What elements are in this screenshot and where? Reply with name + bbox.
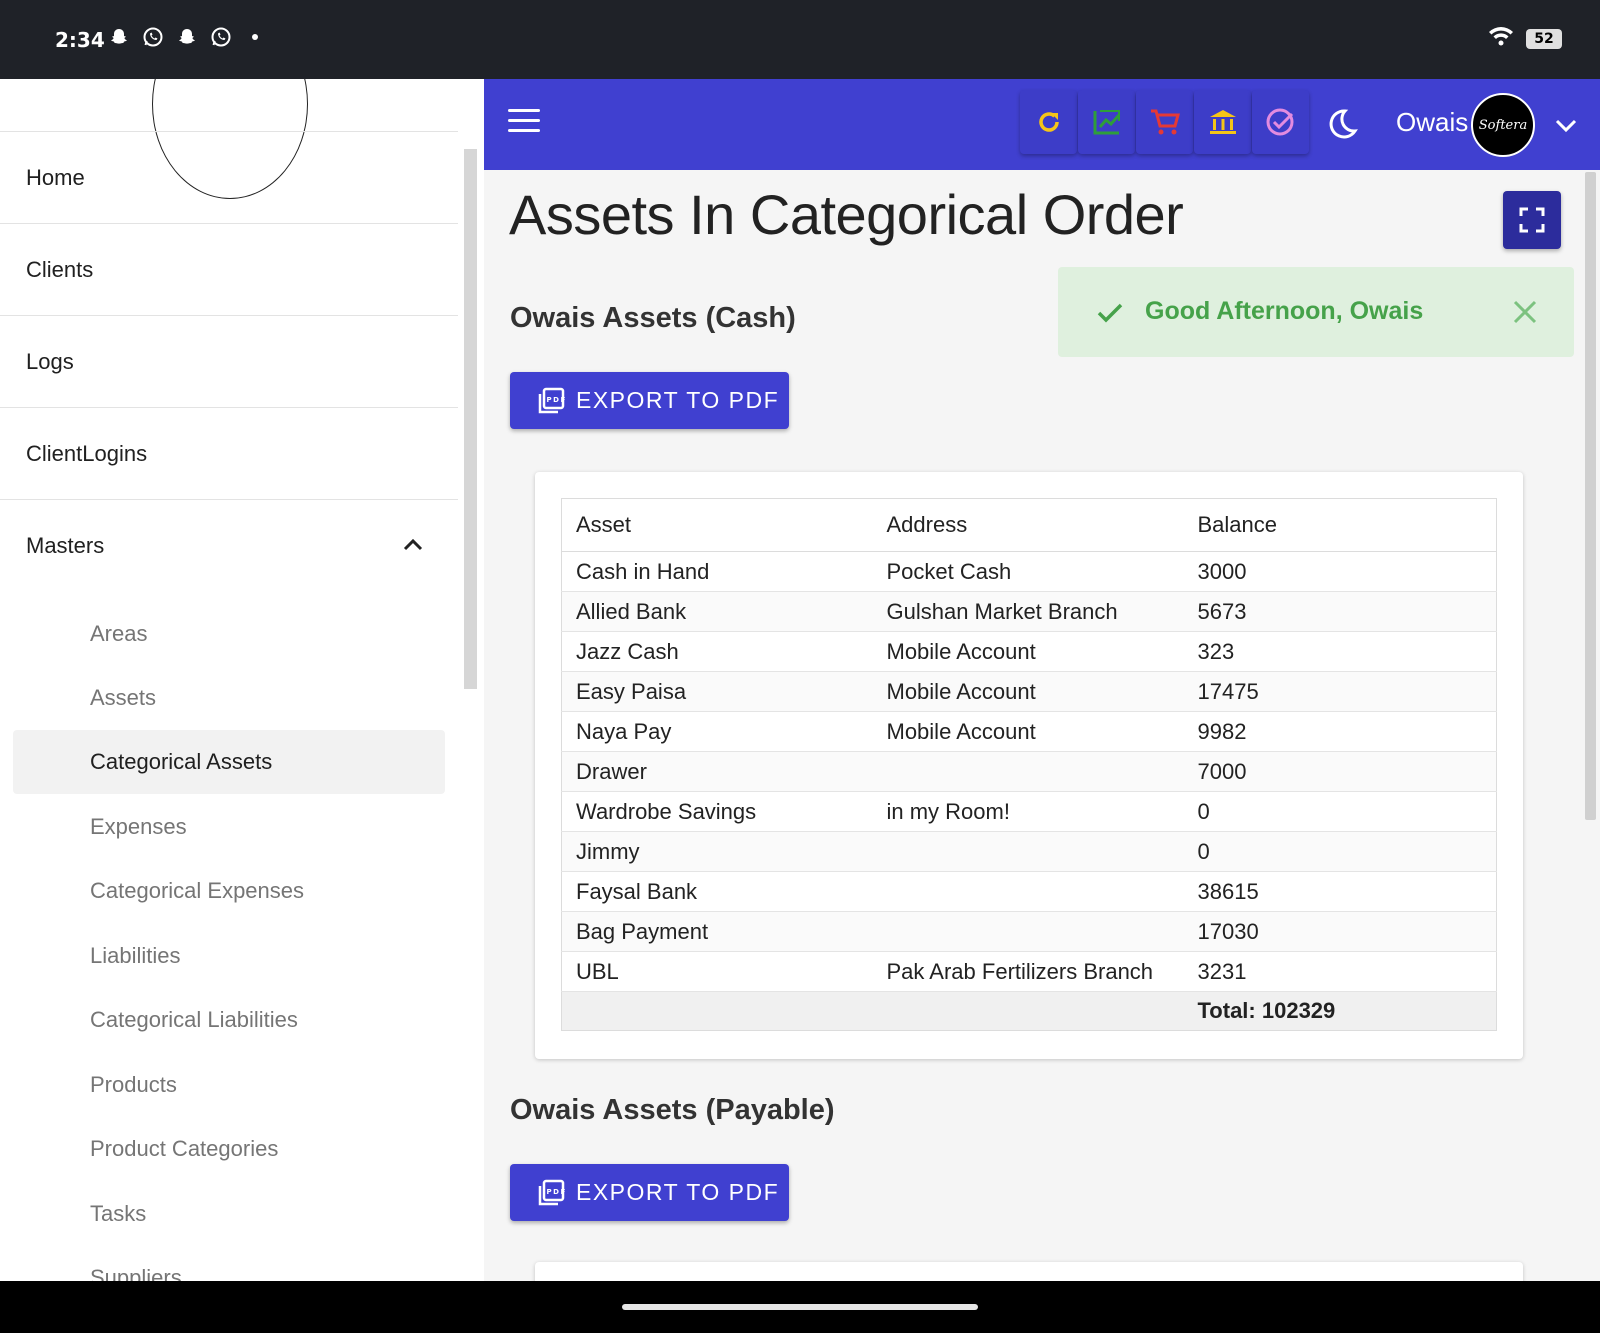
refresh-button[interactable]	[1020, 90, 1077, 154]
table-row: Cash in Hand Pocket Cash 3000	[561, 551, 1497, 592]
sidebar-item-home[interactable]: Home	[0, 132, 458, 224]
snapchat-icon	[108, 26, 130, 48]
export-pdf-button-payable[interactable]: PDF EXPORT TO PDF	[510, 1164, 789, 1221]
chevron-up-icon	[403, 538, 423, 551]
toast-message: Good Afternoon, Owais	[1145, 297, 1424, 325]
system-nav-bar	[0, 1281, 1600, 1333]
table-row: Wardrobe Savings in my Room! 0	[561, 791, 1497, 832]
top-app-bar: Owais Softera	[484, 79, 1600, 170]
table-row: Faysal Bank 38615	[561, 871, 1497, 912]
sidebar-subitem-product-categories[interactable]: Product Categories	[13, 1117, 445, 1181]
sidebar-subitem-areas[interactable]: Areas	[13, 602, 445, 666]
sidebar-subitem-products[interactable]: Products	[13, 1053, 445, 1117]
sidebar-subitem-tasks[interactable]: Tasks	[13, 1182, 445, 1246]
svg-text:PDF: PDF	[547, 1188, 567, 1196]
column-header-balance[interactable]: Balance	[1183, 498, 1497, 552]
fullscreen-button[interactable]	[1503, 191, 1561, 249]
sidebar-subitem-categorical-expenses[interactable]: Categorical Expenses	[13, 859, 445, 923]
sidebar-subitem-categorical-liabilities[interactable]: Categorical Liabilities	[13, 988, 445, 1052]
home-gesture-handle[interactable]	[622, 1304, 978, 1310]
svg-text:PDF: PDF	[547, 396, 567, 404]
close-icon[interactable]	[1508, 295, 1542, 329]
page-title: Assets In Categorical Order	[509, 183, 1184, 246]
table-row: Allied Bank Gulshan Market Branch 5673	[561, 591, 1497, 632]
sidebar-item-logs[interactable]: Logs	[0, 316, 458, 408]
table-total-row: Total: 102329	[561, 991, 1497, 1031]
hamburger-menu-icon[interactable]	[508, 109, 540, 139]
whatsapp-icon	[142, 26, 164, 48]
table-row: UBL Pak Arab Fertilizers Branch 3231	[561, 951, 1497, 992]
bank-button[interactable]	[1194, 90, 1251, 154]
pdf-icon: PDF	[538, 1179, 567, 1205]
notification-icons	[108, 26, 266, 48]
section-title-payable: Owais Assets (Payable)	[510, 1094, 835, 1126]
table-row: Drawer 7000	[561, 751, 1497, 792]
chart-icon	[1093, 110, 1120, 135]
table-row: Naya Pay Mobile Account 9982	[561, 711, 1497, 752]
main-scrollbar[interactable]	[1585, 172, 1596, 820]
refresh-icon	[1038, 112, 1059, 132]
cart-icon	[1150, 109, 1180, 135]
total-balance: Total: 102329	[1183, 991, 1497, 1031]
fullscreen-icon	[1519, 207, 1545, 233]
assets-table-card: Asset Address Balance Cash in Hand Pocket…	[535, 472, 1523, 1059]
column-header-address[interactable]: Address	[872, 498, 1184, 552]
table-row: Jazz Cash Mobile Account 323	[561, 631, 1497, 672]
column-header-asset[interactable]: Asset	[561, 498, 873, 552]
assets-table: Asset Address Balance Cash in Hand Pocket…	[561, 498, 1497, 1031]
chart-button[interactable]	[1078, 90, 1135, 154]
table-row: Easy Paisa Mobile Account 17475	[561, 671, 1497, 712]
avatar[interactable]: Softera	[1471, 93, 1535, 157]
dark-mode-moon-icon[interactable]	[1323, 105, 1361, 143]
sidebar-item-masters[interactable]: Masters	[0, 500, 458, 592]
bank-icon	[1209, 110, 1236, 134]
sidebar-subitem-categorical-assets[interactable]: Categorical Assets	[13, 730, 445, 794]
sidebar-scrollbar[interactable]	[464, 149, 477, 689]
snapchat-icon	[176, 26, 198, 48]
sidebar-subitem-suppliers[interactable]: Suppliers	[13, 1246, 445, 1281]
user-name[interactable]: Owais	[1396, 107, 1468, 138]
wifi-icon	[1488, 26, 1514, 51]
check-circle-icon	[1266, 108, 1293, 136]
status-bar: 2:34 52	[0, 0, 1600, 79]
cart-button[interactable]	[1136, 90, 1193, 154]
sidebar-item-clientlogins[interactable]: ClientLogins	[0, 408, 458, 500]
chevron-down-icon[interactable]	[1552, 111, 1580, 139]
greeting-toast: Good Afternoon, Owais	[1058, 267, 1574, 357]
table-row: Jimmy 0	[561, 831, 1497, 872]
section-title-cash: Owais Assets (Cash)	[510, 302, 796, 334]
sidebar-subitem-expenses[interactable]: Expenses	[13, 795, 445, 859]
check-icon	[1097, 303, 1123, 323]
sidebar-subitem-liabilities[interactable]: Liabilities	[13, 924, 445, 988]
sidebar-item-clients[interactable]: Clients	[0, 224, 458, 316]
sidebar-subitem-assets[interactable]: Assets	[13, 666, 445, 730]
table-row: Bag Payment 17030	[561, 911, 1497, 952]
more-dot-icon	[244, 26, 266, 48]
sidebar: Home Clients Logs ClientLogins Masters A…	[0, 79, 484, 1281]
tasks-button[interactable]	[1252, 90, 1309, 154]
pdf-icon: PDF	[538, 387, 567, 413]
whatsapp-icon	[210, 26, 232, 48]
battery-icon: 52	[1526, 28, 1562, 49]
table-header-row: Asset Address Balance	[561, 498, 1497, 552]
export-pdf-button[interactable]: PDF EXPORT TO PDF	[510, 372, 789, 429]
status-time: 2:34	[55, 28, 105, 52]
